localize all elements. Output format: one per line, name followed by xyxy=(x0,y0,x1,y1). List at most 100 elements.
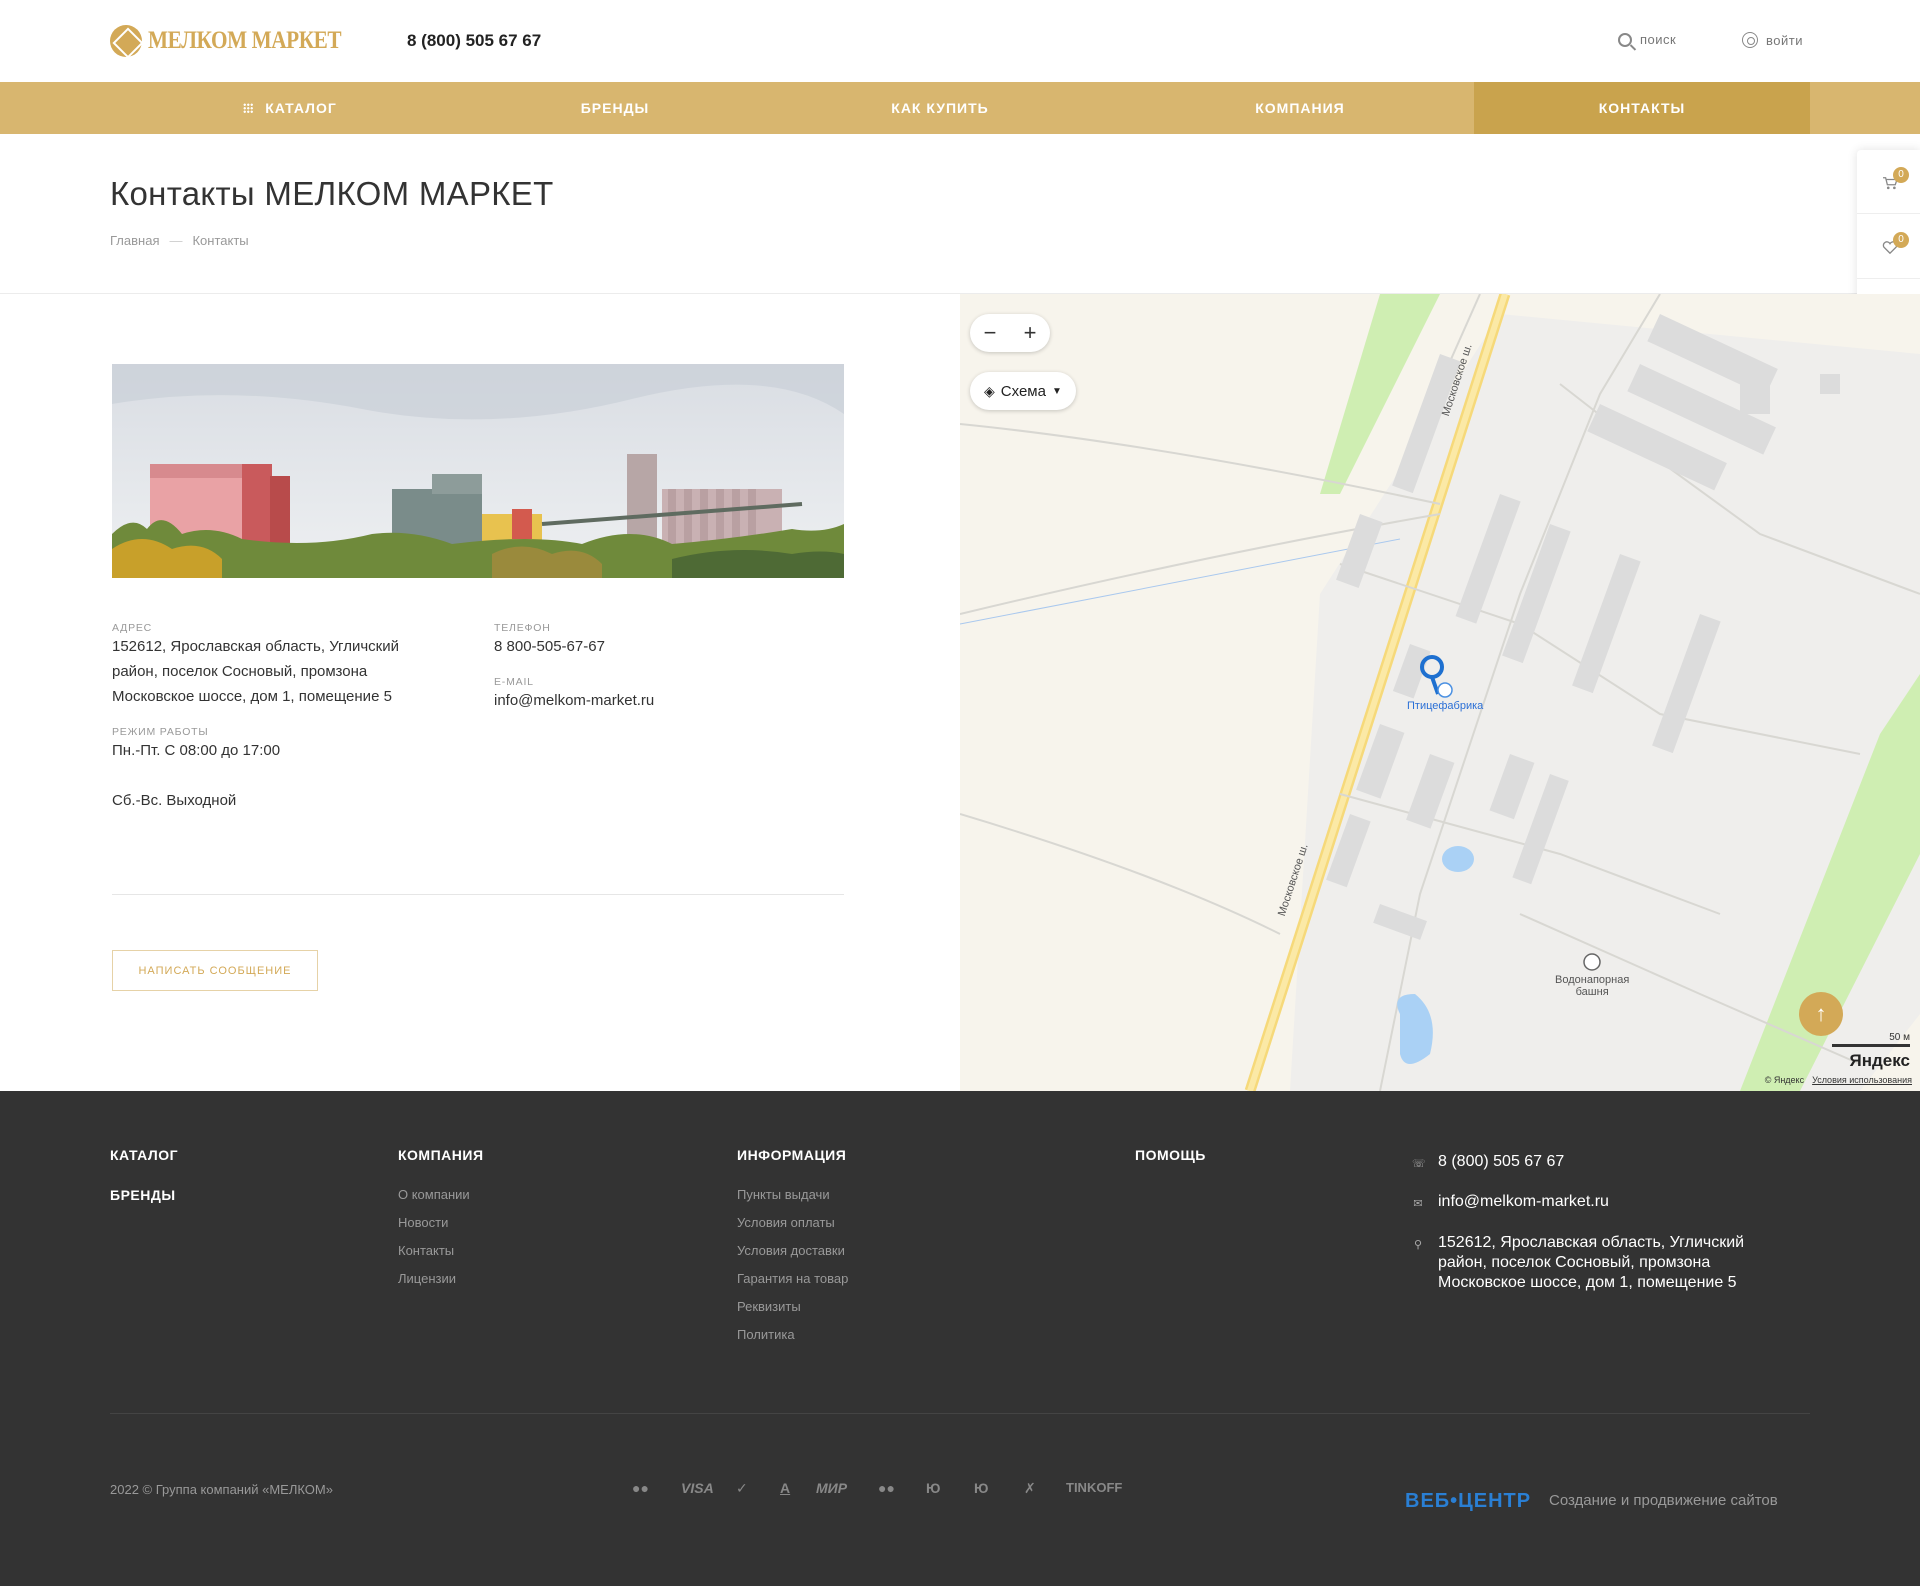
map-scale: 50 м xyxy=(1832,1032,1910,1047)
map-layer-label: Схема xyxy=(1000,382,1046,400)
yoomoney-icon: Ю xyxy=(926,1480,941,1496)
search-link[interactable]: поиск xyxy=(1618,32,1676,47)
footer-link-requisites[interactable]: Реквизиты xyxy=(737,1293,848,1321)
footer-divider xyxy=(110,1413,1810,1414)
page-title: Контакты МЕЛКОМ МАРКЕТ xyxy=(110,175,554,212)
footer-phone[interactable]: ☏ 8 (800) 505 67 67 xyxy=(1412,1152,1564,1174)
footer-company-list: О компании Новости Контакты Лицензии xyxy=(398,1181,470,1293)
write-message-button[interactable]: Написать сообщение xyxy=(112,950,318,991)
breadcrumb-current: Контакты xyxy=(192,233,249,248)
visa-icon: VISA xyxy=(681,1480,714,1496)
hours-label: Режим работы xyxy=(112,726,209,738)
phone-label: Телефон xyxy=(494,622,551,634)
location-pin-icon: ⚲ xyxy=(1413,1239,1423,1251)
nav-contacts[interactable]: КОНТАКТЫ xyxy=(1474,82,1810,134)
cart-button[interactable]: 0 xyxy=(1857,150,1920,214)
site-header: МЕЛКОМ МАРКЕТ 8 (800) 505 67 67 поиск во… xyxy=(0,0,1920,82)
scroll-up-button[interactable]: ↑ xyxy=(1799,992,1843,1036)
nav-catalog-label: КАТАЛОГ xyxy=(265,100,337,116)
email-value[interactable]: info@melkom-market.ru xyxy=(494,688,794,713)
qiwi-icon: ✗ xyxy=(1024,1480,1036,1496)
footer-email[interactable]: ✉ info@melkom-market.ru xyxy=(1412,1192,1609,1214)
yandex-logo[interactable]: Яндекс xyxy=(1850,1051,1910,1071)
footer-link-news[interactable]: Новости xyxy=(398,1209,470,1237)
zoom-out-button[interactable]: − xyxy=(984,320,997,346)
tower-label[interactable]: Водонапорная башня xyxy=(1555,974,1629,998)
main-nav: КАТАЛОГ БРЕНДЫ КАК КУПИТЬ КОМПАНИЯ КОНТА… xyxy=(0,82,1920,134)
footer-link-contacts[interactable]: Контакты xyxy=(398,1237,470,1265)
tinkoff-icon: TINKOFF xyxy=(1066,1480,1123,1495)
maestro-icon: ●● xyxy=(878,1480,895,1496)
address-line-1: 152612, Ярославская область, Угличский xyxy=(112,638,399,655)
site-footer xyxy=(0,1091,1920,1586)
chevron-down-icon: ▼ xyxy=(1051,385,1062,397)
footer-link-about[interactable]: О компании xyxy=(398,1181,470,1209)
nav-brands[interactable]: БРЕНДЫ xyxy=(470,82,760,134)
address-block: Адрес 152612, Ярославская область, Углич… xyxy=(112,622,472,709)
breadcrumb-home[interactable]: Главная xyxy=(110,233,159,248)
footer-link-warranty[interactable]: Гарантия на товар xyxy=(737,1265,848,1293)
hours-block: Режим работы Пн.-Пт. С 08:00 до 17:00 Сб… xyxy=(112,726,472,813)
favorites-count: 0 xyxy=(1893,232,1909,248)
site-logo[interactable]: МЕЛКОМ МАРКЕТ xyxy=(110,25,375,57)
map-terms-link[interactable]: Условия использования xyxy=(1812,1075,1912,1085)
search-icon xyxy=(1618,32,1632,47)
phone-block: Телефон 8 800-505-67-67 xyxy=(494,622,794,659)
footer-phone-text: 8 (800) 505 67 67 xyxy=(1438,1153,1565,1170)
logo-text: МЕЛКОМ МАРКЕТ xyxy=(148,27,342,54)
header-phone[interactable]: 8 (800) 505 67 67 xyxy=(407,31,541,51)
map-copyright: © Яндекс Условия использования xyxy=(1765,1075,1912,1085)
nav-how-to-buy[interactable]: КАК КУПИТЬ xyxy=(790,82,1090,134)
nav-catalog[interactable]: КАТАЛОГ xyxy=(110,82,470,134)
hours-weekdays: Пн.-Пт. С 08:00 до 17:00 xyxy=(112,742,281,759)
logo-icon xyxy=(110,25,142,57)
tower-label-line-2: башня xyxy=(1575,986,1609,998)
footer-catalog-link[interactable]: КАТАЛОГ xyxy=(110,1147,178,1163)
phone-icon: ☏ xyxy=(1412,1158,1426,1170)
footer-link-delivery[interactable]: Условия доставки xyxy=(737,1237,848,1265)
footer-email-text: info@melkom-market.ru xyxy=(1438,1193,1609,1210)
footer-address-line-1: 152612, Ярославская область, Угличский xyxy=(1438,1234,1745,1251)
map-layer-button[interactable]: ◈ Схема ▼ xyxy=(970,372,1076,410)
footer-address-line-2: район, поселок Сосновый, промзона xyxy=(1438,1254,1711,1271)
footer-help-heading[interactable]: ПОМОЩЬ xyxy=(1135,1147,1206,1163)
contacts-divider xyxy=(112,894,844,895)
footer-address: ⚲ 152612, Ярославская область, Угличский… xyxy=(1412,1233,1744,1293)
login-link[interactable]: войти xyxy=(1742,32,1803,48)
yookassa-icon: Ю xyxy=(974,1480,989,1496)
address-line-2: район, поселок Сосновый, промзона xyxy=(112,663,368,680)
footer-link-payment[interactable]: Условия оплаты xyxy=(737,1209,848,1237)
mastercard-icon: ●● xyxy=(632,1480,649,1496)
search-label: поиск xyxy=(1640,32,1677,47)
developer-text[interactable]: Создание и продвижение сайтов xyxy=(1549,1492,1778,1509)
user-icon xyxy=(1742,32,1758,48)
address-label: Адрес xyxy=(112,622,153,634)
alfa-icon: А xyxy=(780,1480,791,1496)
email-label: E-mail xyxy=(494,676,534,688)
map-copyright-text: © Яндекс xyxy=(1764,1075,1805,1085)
phone-value[interactable]: 8 800-505-67-67 xyxy=(494,634,794,659)
address-line-3: Московское шоссе, дом 1, помещение 5 xyxy=(112,688,392,705)
arrow-up-icon: ↑ xyxy=(1815,1001,1827,1026)
favorites-button[interactable]: 0 xyxy=(1857,215,1920,279)
footer-link-licenses[interactable]: Лицензии xyxy=(398,1265,470,1293)
breadcrumb: Главная — Контакты xyxy=(110,233,249,248)
footer-info-list: Пункты выдачи Условия оплаты Условия дос… xyxy=(737,1181,848,1349)
footer-link-policy[interactable]: Политика xyxy=(737,1321,848,1349)
footer-info-heading[interactable]: ИНФОРМАЦИЯ xyxy=(737,1147,846,1163)
nav-company[interactable]: КОМПАНИЯ xyxy=(1150,82,1450,134)
poi-label[interactable]: Птицефабрика xyxy=(1407,700,1483,712)
sbp-icon: ✓ xyxy=(736,1480,748,1496)
footer-link-pickup[interactable]: Пункты выдачи xyxy=(737,1181,848,1209)
footer-company-heading[interactable]: КОМПАНИЯ xyxy=(398,1147,484,1163)
developer-logo[interactable]: ВЕБ•ЦЕНТР xyxy=(1405,1490,1531,1513)
footer-brands-link[interactable]: БРЕНДЫ xyxy=(110,1187,176,1203)
map-zoom-control: − + xyxy=(970,314,1050,352)
cart-count: 0 xyxy=(1893,167,1909,183)
footer-address-line-3: Московское шоссе, дом 1, помещение 5 xyxy=(1438,1274,1737,1291)
company-photo xyxy=(112,364,844,578)
email-block: E-mail info@melkom-market.ru xyxy=(494,676,794,713)
map[interactable]: − + ◈ Схема ▼ Московское ш. Московское ш… xyxy=(960,294,1920,1091)
tower-label-line-1: Водонапорная xyxy=(1555,974,1630,986)
zoom-in-button[interactable]: + xyxy=(1024,320,1037,346)
